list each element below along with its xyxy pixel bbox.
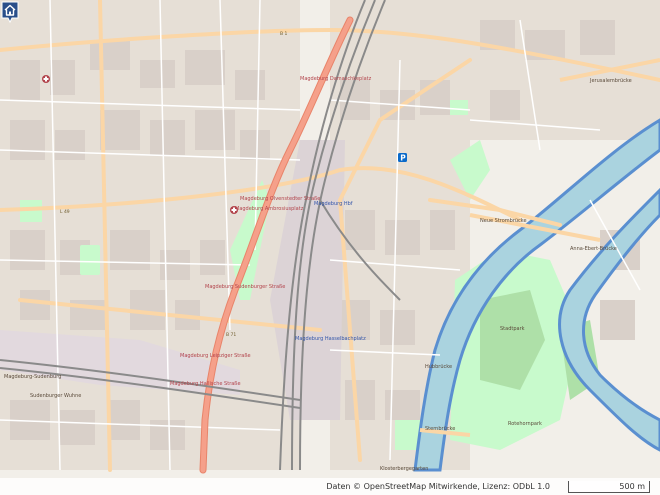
label-sudenburger-str: Magdeburg Sudenburger Straße	[205, 284, 285, 290]
map-canvas[interactable]: Magdeburg-Sudenburg Sudenburger Wuhne B …	[0, 0, 660, 495]
label-b1: B 1	[280, 31, 288, 37]
label-olvenstedter: Magdeburg Olvenstedter Straße	[240, 196, 320, 202]
label-damaschkeplatz: Magdeburg Damaschkeplatz	[300, 76, 372, 82]
label-rotehornpark: Rotehornpark	[508, 421, 542, 427]
parking-icon: P	[398, 153, 407, 163]
label-ambrosiusplatz: Magdeburg Ambrosiusplatz	[235, 206, 304, 212]
home-marker-icon[interactable]	[0, 0, 20, 24]
svg-text:P: P	[400, 154, 406, 163]
label-leipziger-str: Magdeburg Leipziger Straße	[180, 353, 251, 359]
label-klosterbergegarten: Klosterbergegarten	[380, 466, 428, 472]
label-hubbrucke: Hubbrücke	[425, 364, 452, 370]
label-stadtpark: Stadtpark	[500, 326, 525, 332]
label-magdeburg-sudenburg: Magdeburg-Sudenburg	[4, 374, 61, 380]
label-jerusalembrucke: Jerusalembrücke	[589, 78, 632, 84]
scale-bar: 500 m	[568, 480, 650, 493]
attribution-bar: Daten © OpenStreetMap Mitwirkende, Lizen…	[0, 478, 660, 495]
label-neue-strombrucke: Neue Strombrücke	[480, 218, 527, 224]
label-hasselbachplatz: Magdeburg Hasselbachplatz	[295, 336, 366, 342]
hospital-icon	[230, 206, 238, 214]
label-anna-ebert-brucke: Anna-Ebert-Brücke	[570, 246, 617, 252]
map-view[interactable]: Magdeburg-Sudenburg Sudenburger Wuhne B …	[0, 0, 660, 495]
hospital-icon	[42, 75, 50, 83]
attribution-text[interactable]: Daten © OpenStreetMap Mitwirkende, Lizen…	[326, 482, 550, 491]
label-hallische-str: Magdeburg Hallische Straße	[170, 381, 241, 387]
label-b71: B 71	[226, 332, 236, 338]
label-sternbrucke: Sternbrücke	[425, 426, 455, 432]
label-l49: L 49	[60, 209, 70, 215]
label-sudenburger-wuhne: Sudenburger Wuhne	[30, 393, 81, 399]
scale-label: 500 m	[619, 481, 645, 491]
